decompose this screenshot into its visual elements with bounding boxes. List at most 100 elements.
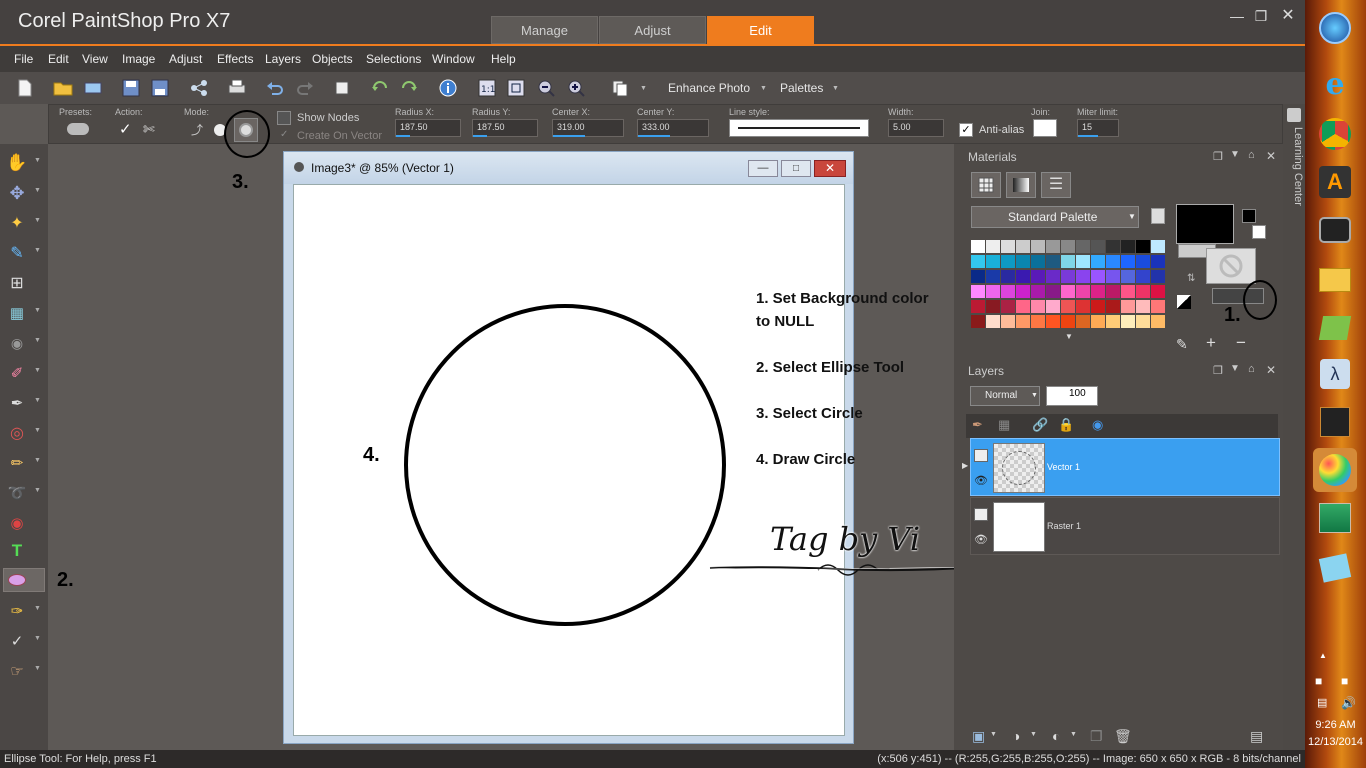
swap-colors-icon[interactable]: ⇅: [1187, 273, 1195, 284]
color-swatch[interactable]: [1151, 285, 1165, 298]
chrome-icon[interactable]: [1313, 112, 1357, 156]
rotate-right-icon[interactable]: [398, 77, 420, 99]
color-swatch[interactable]: [1136, 300, 1150, 313]
color-swatch[interactable]: [1046, 285, 1060, 298]
layers-pin-icon[interactable]: ⌂: [1248, 363, 1255, 375]
color-swatch[interactable]: [1136, 315, 1150, 328]
color-swatch[interactable]: [1151, 300, 1165, 313]
duplicate-layer-icon[interactable]: ❐: [1090, 728, 1103, 745]
fit-window-icon[interactable]: [505, 77, 527, 99]
tray-icon-1[interactable]: ■: [1315, 674, 1322, 688]
palette-select[interactable]: Standard Palette: [971, 206, 1139, 228]
color-swatch[interactable]: [1091, 315, 1105, 328]
ellipse-tool-button[interactable]: [3, 568, 45, 592]
tool-flyout-icon[interactable]: ▼: [34, 427, 41, 434]
menu-selections[interactable]: Selections: [366, 52, 421, 66]
width-input[interactable]: 5.00: [888, 119, 944, 137]
new-layer-dropdown-icon[interactable]: ▼: [990, 731, 997, 738]
restore-icon[interactable]: ❐: [1250, 6, 1272, 26]
layer-edit-icon[interactable]: ✒: [972, 417, 983, 433]
create-on-vector-check-icon[interactable]: ✓: [280, 129, 288, 140]
undo-icon[interactable]: [264, 77, 286, 99]
blend-dropdown-icon[interactable]: ▼: [1031, 392, 1038, 399]
tool-flyout-icon[interactable]: ▼: [34, 367, 41, 374]
internet-explorer-icon[interactable]: e: [1313, 62, 1357, 106]
color-swatch[interactable]: [1001, 255, 1015, 268]
color-swatch[interactable]: [1076, 300, 1090, 313]
color-swatch[interactable]: [971, 270, 985, 283]
tray-expand-icon[interactable]: ▲: [1319, 651, 1327, 660]
lock-icon[interactable]: 🔒: [1058, 417, 1074, 433]
materials-close-icon[interactable]: ✕: [1266, 149, 1276, 163]
close-icon[interactable]: ✕: [1277, 6, 1299, 26]
color-swatch[interactable]: [1136, 240, 1150, 253]
highlight-icon[interactable]: ◉: [1092, 417, 1103, 433]
layers-close-icon[interactable]: ✕: [1266, 363, 1276, 377]
app-a-icon[interactable]: A: [1313, 160, 1357, 204]
math-app-icon[interactable]: λ: [1313, 352, 1357, 396]
open-icon[interactable]: [52, 77, 74, 99]
tool-flyout-icon[interactable]: ▼: [34, 665, 41, 672]
menu-effects[interactable]: Effects: [217, 52, 253, 66]
color-swatch[interactable]: [1091, 240, 1105, 253]
tab-manage[interactable]: Manage: [491, 16, 598, 44]
palette-options-icon[interactable]: [1151, 208, 1165, 224]
learning-center-strip[interactable]: Learning Center: [1283, 104, 1305, 750]
color-swatch[interactable]: [971, 240, 985, 253]
color-swatch[interactable]: [1016, 270, 1030, 283]
color-swatch[interactable]: [1001, 300, 1015, 313]
red-eye-tool-icon[interactable]: ◉: [6, 332, 28, 354]
color-swatch[interactable]: [1061, 240, 1075, 253]
menu-view[interactable]: View: [82, 52, 108, 66]
tool-flyout-icon[interactable]: ▼: [34, 157, 41, 164]
clock-date[interactable]: 12/13/2014: [1305, 736, 1366, 748]
color-swatch[interactable]: [1031, 285, 1045, 298]
paint-palette-icon[interactable]: [1313, 448, 1357, 492]
layers-menu-icon[interactable]: ▼: [1230, 363, 1240, 374]
palette-dropdown-icon[interactable]: ▼: [1128, 212, 1136, 221]
zoom-out-icon[interactable]: [535, 77, 557, 99]
color-swatch[interactable]: [1016, 240, 1030, 253]
color-swatch[interactable]: [1136, 255, 1150, 268]
delete-layer-icon[interactable]: 🗑: [1114, 728, 1132, 745]
color-swatch[interactable]: [986, 300, 1000, 313]
color-swatch[interactable]: [1016, 300, 1030, 313]
tool-flyout-icon[interactable]: ▼: [34, 217, 41, 224]
edit-mode-icon[interactable]: ⤴: [191, 121, 203, 138]
network-icon[interactable]: ▤: [1317, 696, 1327, 709]
color-swatch[interactable]: [1061, 270, 1075, 283]
notepad-app-icon[interactable]: [1313, 546, 1357, 590]
color-swatch[interactable]: [1121, 240, 1135, 253]
color-swatch[interactable]: [1076, 270, 1090, 283]
mixer-tab-icon[interactable]: ☰: [1041, 172, 1071, 198]
tab-edit[interactable]: Edit: [707, 16, 814, 44]
color-swatch[interactable]: [1001, 240, 1015, 253]
text-tool-icon[interactable]: T: [6, 540, 28, 562]
color-swatch[interactable]: [1061, 285, 1075, 298]
color-swatch[interactable]: [1061, 255, 1075, 268]
color-swatch[interactable]: [1091, 300, 1105, 313]
color-swatch[interactable]: [1151, 315, 1165, 328]
palettes-menu[interactable]: Palettes: [780, 81, 823, 95]
tool-flyout-icon[interactable]: ▼: [34, 397, 41, 404]
color-swatch[interactable]: [1016, 255, 1030, 268]
paint-brush-tool-icon[interactable]: ✏: [6, 452, 28, 474]
line-style-select[interactable]: [729, 119, 869, 137]
zoom-in-icon[interactable]: [565, 77, 587, 99]
apply-checkmark-icon[interactable]: ✓: [119, 120, 132, 138]
color-swatch[interactable]: [1001, 270, 1015, 283]
dropper-tool-icon[interactable]: ✎: [6, 242, 28, 264]
crop-to-selection-icon[interactable]: [331, 77, 353, 99]
color-swatch[interactable]: [971, 285, 985, 298]
color-swatch[interactable]: [1106, 315, 1120, 328]
color-swatch[interactable]: [1106, 270, 1120, 283]
tray-icon-2[interactable]: ■: [1341, 674, 1348, 688]
pan-tool-icon[interactable]: ✋: [6, 152, 28, 174]
small-background-swatch[interactable]: [1252, 225, 1266, 239]
mask-dropdown-icon[interactable]: ▼: [1070, 731, 1077, 738]
expand-arrow-icon[interactable]: ▶: [962, 461, 968, 470]
share-icon[interactable]: [188, 77, 210, 99]
file-explorer-icon[interactable]: [1313, 258, 1357, 302]
materials-menu-icon[interactable]: ▼: [1230, 149, 1240, 160]
tool-flyout-icon[interactable]: ▼: [34, 307, 41, 314]
